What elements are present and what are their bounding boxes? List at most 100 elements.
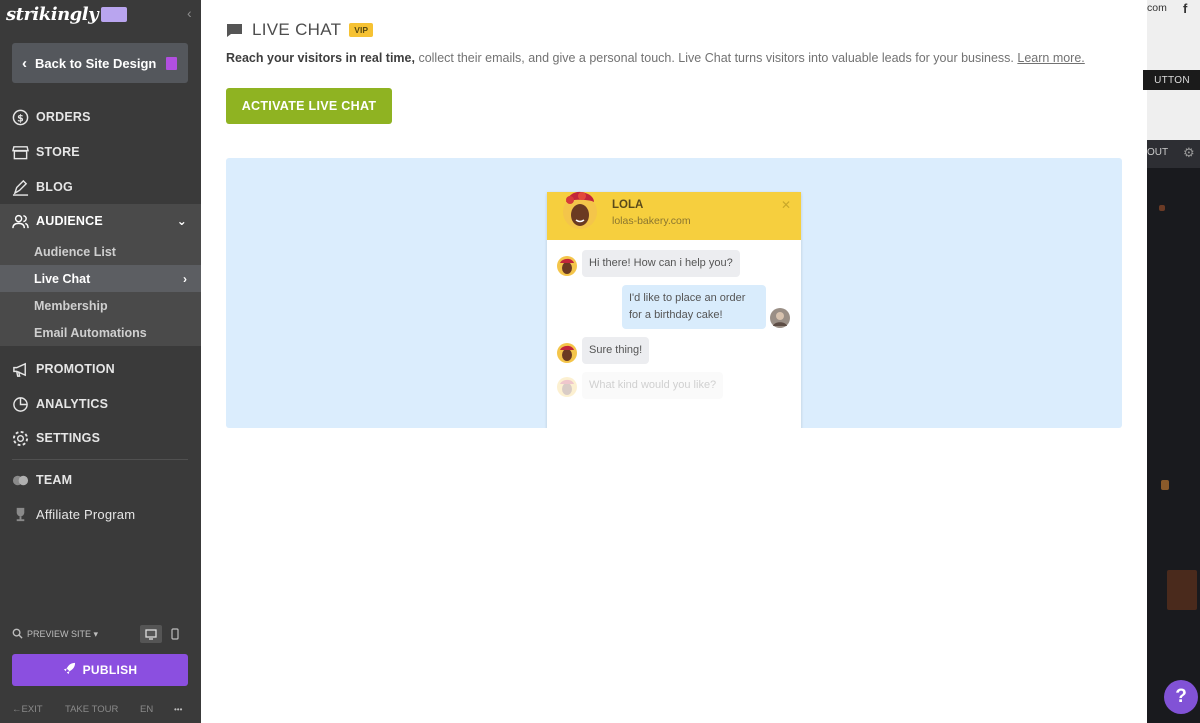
agent-mini-avatar-faded	[557, 377, 577, 397]
page-title-row: LIVE CHAT VIP	[226, 19, 373, 41]
learn-more-link[interactable]: Learn more.	[1017, 51, 1084, 65]
nav-store-label: STORE	[36, 145, 80, 159]
preview-site-dropdown[interactable]: PREVIEW SITE ▾	[27, 629, 98, 640]
agent-mini-avatar	[557, 256, 577, 276]
subnav-membership[interactable]: Membership	[0, 292, 201, 319]
subnav-live-chat[interactable]: Live Chat ›	[0, 265, 201, 292]
help-button[interactable]: ?	[1164, 680, 1198, 714]
activate-label: ACTIVATE LIVE CHAT	[241, 99, 377, 113]
nav-settings-label: SETTINGS	[36, 431, 101, 445]
nav-team-label: TEAM	[36, 473, 73, 487]
trophy-icon	[12, 506, 29, 523]
help-label: ?	[1175, 686, 1187, 707]
chat-message-agent: Hi there! How can i help you?	[582, 250, 740, 277]
preview-site-label: PREVIEW SITE	[27, 628, 92, 639]
chevron-right-icon: ›	[183, 271, 187, 286]
exit-button[interactable]: ← EXIT	[12, 704, 43, 715]
nav-blog[interactable]: BLOG	[0, 170, 201, 204]
strikingly-logo[interactable]: strikingly	[6, 3, 128, 25]
logo-badge	[101, 6, 128, 22]
publish-button[interactable]: PUBLISH	[12, 654, 188, 686]
desktop-view-button[interactable]	[140, 625, 162, 643]
chat-header: LOLA lolas-bakery.com ✕	[547, 191, 801, 240]
mobile-icon	[171, 628, 179, 640]
more-options-icon[interactable]: •••	[174, 705, 182, 714]
team-avatars-icon	[12, 472, 29, 489]
chat-message-user: I'd like to place an order for a birthda…	[622, 285, 766, 329]
back-button-label: Back to Site Design	[35, 55, 157, 71]
close-icon: ✕	[780, 198, 791, 212]
agent-name: LOLA	[612, 199, 644, 211]
chat-bubble-icon	[227, 23, 242, 37]
description-text: collect their emails, and give a persona…	[414, 51, 1018, 65]
subnav-email-automations-label: Email Automations	[34, 325, 147, 340]
megaphone-icon	[12, 361, 29, 378]
live-chat-panel: LIVE CHAT VIP Reach your visitors in rea…	[201, 0, 1147, 723]
site-hero-dark	[1147, 140, 1200, 723]
hero-image-detail	[1159, 205, 1165, 211]
agent-avatar	[563, 191, 597, 229]
people-icon	[12, 213, 29, 230]
message-text-line1: I'd like to place an order	[629, 292, 746, 304]
dollar-circle-icon: $	[12, 109, 29, 126]
nav-promotion-label: PROMOTION	[36, 362, 115, 376]
message-text-line2: for a birthday cake!	[629, 309, 723, 321]
nav-orders-label: ORDERS	[36, 110, 91, 124]
nav-analytics-label: ANALYTICS	[36, 397, 109, 411]
nav-affiliate-program[interactable]: Affiliate Program	[0, 497, 201, 531]
chevron-down-icon: ⌄	[176, 214, 187, 228]
message-text: Sure thing!	[589, 344, 643, 356]
pen-icon	[12, 179, 29, 196]
subnav-audience-list-label: Audience List	[34, 244, 116, 259]
mobile-view-button[interactable]	[164, 625, 186, 643]
sidebar: strikingly ‹ ‹ Back to Site Design $ ORD…	[0, 0, 201, 723]
sidebar-footer: ← EXIT TAKE TOUR EN •••	[12, 704, 192, 718]
logo-text: strikingly	[6, 3, 99, 25]
collapse-sidebar-icon[interactable]: ‹	[187, 5, 192, 21]
site-domain-text: com	[1147, 2, 1167, 14]
take-tour-link[interactable]: TAKE TOUR	[65, 704, 118, 715]
facebook-icon[interactable]: f	[1183, 1, 1187, 16]
back-to-site-design-button[interactable]: ‹ Back to Site Design	[12, 43, 188, 83]
nav-audience[interactable]: AUDIENCE ⌄	[0, 204, 201, 238]
nav-blog-label: BLOG	[36, 180, 73, 194]
agent-mini-avatar	[557, 343, 577, 363]
site-header-button-text: UTTON	[1154, 74, 1190, 86]
pie-chart-icon	[12, 396, 29, 413]
storefront-icon	[12, 144, 29, 161]
subnav-audience-list[interactable]: Audience List	[0, 238, 201, 265]
user-mini-avatar	[770, 308, 790, 328]
live-chat-description: Reach your visitors in real time, collec…	[226, 51, 1085, 65]
chat-preview-area: LOLA lolas-bakery.com ✕ Hi there! How ca…	[226, 158, 1122, 428]
activate-live-chat-button[interactable]: ACTIVATE LIVE CHAT	[226, 88, 392, 124]
nav-settings[interactable]: SETTINGS	[0, 421, 201, 455]
gear-icon	[12, 430, 29, 447]
sidebar-divider	[12, 459, 188, 460]
nav-analytics[interactable]: ANALYTICS	[0, 387, 201, 421]
nav-audience-label: AUDIENCE	[36, 214, 103, 228]
nav-store[interactable]: STORE	[0, 135, 201, 169]
search-icon	[12, 628, 23, 641]
vip-badge: VIP	[349, 23, 373, 37]
hero-image-detail	[1167, 570, 1197, 610]
preview-site-row: PREVIEW SITE ▾	[12, 625, 188, 643]
subnav-membership-label: Membership	[34, 298, 108, 313]
page-title: LIVE CHAT	[252, 20, 342, 39]
chat-widget-preview: LOLA lolas-bakery.com ✕ Hi there! How ca…	[547, 191, 801, 428]
nav-orders[interactable]: $ ORDERS	[0, 100, 201, 134]
nav-promotion[interactable]: PROMOTION	[0, 352, 201, 386]
chat-message-agent: Sure thing!	[582, 337, 650, 364]
chevron-left-icon: ‹	[22, 54, 27, 72]
subnav-email-automations[interactable]: Email Automations	[0, 319, 201, 346]
nav-affiliate-label: Affiliate Program	[36, 506, 136, 522]
language-selector[interactable]: EN	[140, 704, 153, 715]
site-design-icon	[166, 56, 178, 70]
message-text: Hi there! How can i help you?	[589, 257, 733, 269]
desktop-icon	[145, 628, 157, 640]
section-settings-icon[interactable]: ⚙	[1183, 145, 1195, 161]
nav-team[interactable]: TEAM	[0, 463, 201, 497]
site-header-button: UTTON	[1143, 70, 1200, 90]
exit-label: EXIT	[21, 704, 43, 715]
description-bold: Reach your visitors in real time,	[226, 51, 415, 65]
chat-message-agent-faded: What kind would you like?	[582, 372, 724, 399]
